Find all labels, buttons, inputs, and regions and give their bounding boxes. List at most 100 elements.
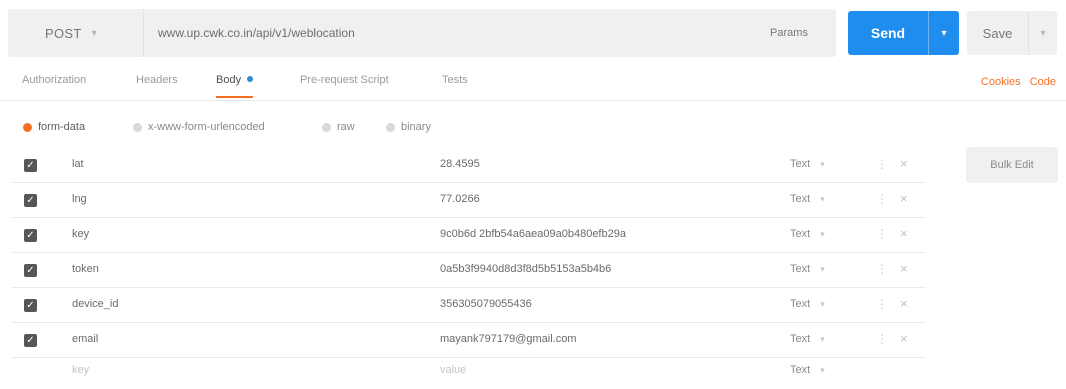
send-button[interactable]: Send xyxy=(848,11,928,55)
checkbox-checked-icon[interactable]: ✓ xyxy=(24,334,37,347)
type-select[interactable]: Text ▾ xyxy=(790,158,825,170)
new-value-input[interactable]: value xyxy=(440,364,466,376)
radio-icon xyxy=(322,122,331,132)
tab-label: Pre-request Script xyxy=(300,74,389,86)
type-label: Text xyxy=(790,158,811,170)
radio-label: binary xyxy=(401,121,431,133)
type-label: Text xyxy=(790,364,811,376)
checkbox-checked-icon[interactable]: ✓ xyxy=(24,299,37,312)
chevron-down-icon: ▾ xyxy=(820,264,825,274)
radio-form-data[interactable]: form-data xyxy=(23,121,85,133)
right-links: Cookies Code xyxy=(975,76,1056,88)
method-label: POST xyxy=(45,25,82,41)
tab-pre-request-script[interactable]: Pre-request Script xyxy=(300,74,389,98)
table-row: ✓ lat 28.4595 Text ▾ ⋮ × xyxy=(0,148,1066,183)
radio-label: x-www-form-urlencoded xyxy=(148,121,265,133)
radio-label: form-data xyxy=(38,121,86,133)
send-options-chevron-icon[interactable]: ▾ xyxy=(928,11,959,55)
radio-icon xyxy=(386,122,395,132)
save-button[interactable]: Save xyxy=(967,11,1028,55)
value-input[interactable]: 356305079055436 xyxy=(440,298,532,310)
delete-icon[interactable]: × xyxy=(900,191,908,206)
table-row: ✓ key 9c0b6d 2bfb54a6aea09a0b480efb29a T… xyxy=(0,218,1066,253)
tab-label: Tests xyxy=(442,74,468,86)
delete-icon[interactable]: × xyxy=(900,331,908,346)
radio-selected-icon xyxy=(23,122,32,132)
delete-icon[interactable]: × xyxy=(900,226,908,241)
send-button-group: Send ▾ xyxy=(848,11,959,55)
chevron-down-icon: ▾ xyxy=(820,194,825,204)
table-row: ✓ token 0a5b3f9940d8d3f8d5b5153a5b4b6 Te… xyxy=(0,253,1066,288)
radio-binary[interactable]: binary xyxy=(386,121,431,133)
type-label: Text xyxy=(790,228,811,240)
radio-label: raw xyxy=(337,121,355,133)
type-select[interactable]: Text ▾ xyxy=(790,364,825,376)
drag-handle-icon[interactable]: ⋮ xyxy=(876,262,888,276)
value-input[interactable]: 28.4595 xyxy=(440,158,480,170)
key-input[interactable]: token xyxy=(72,263,99,275)
delete-icon[interactable]: × xyxy=(900,261,908,276)
radio-icon xyxy=(133,122,142,132)
table-row: ✓ email mayank797179@gmail.com Text ▾ ⋮ × xyxy=(0,323,1066,358)
save-options-chevron-icon[interactable]: ▾ xyxy=(1028,11,1057,55)
type-label: Text xyxy=(790,263,811,275)
request-url-bar: POST ▾ www.up.cwk.co.in/api/v1/weblocati… xyxy=(8,9,836,57)
drag-handle-icon[interactable]: ⋮ xyxy=(876,192,888,206)
value-input[interactable]: 77.0266 xyxy=(440,193,480,205)
url-input[interactable]: www.up.cwk.co.in/api/v1/weblocation xyxy=(158,9,355,57)
tab-body[interactable]: Body xyxy=(216,74,254,98)
type-select[interactable]: Text ▾ xyxy=(790,263,825,275)
checkbox-checked-icon[interactable]: ✓ xyxy=(24,194,37,207)
chevron-down-icon: ▾ xyxy=(91,27,97,39)
method-select[interactable]: POST ▾ xyxy=(8,9,144,57)
key-input[interactable]: lng xyxy=(72,193,87,205)
tab-label: Headers xyxy=(136,74,178,86)
value-input[interactable]: 9c0b6d 2bfb54a6aea09a0b480efb29a xyxy=(440,228,626,240)
value-input[interactable]: mayank797179@gmail.com xyxy=(440,333,577,345)
tab-tests[interactable]: Tests xyxy=(442,74,468,98)
drag-handle-icon[interactable]: ⋮ xyxy=(876,157,888,171)
chevron-down-icon: ▾ xyxy=(820,365,825,375)
checkbox-checked-icon[interactable]: ✓ xyxy=(24,229,37,242)
chevron-down-icon: ▾ xyxy=(820,229,825,239)
radio-raw[interactable]: raw xyxy=(322,121,355,133)
tab-label: Body xyxy=(216,74,242,86)
type-select[interactable]: Text ▾ xyxy=(790,298,825,310)
chevron-down-icon: ▾ xyxy=(820,159,825,169)
value-input[interactable]: 0a5b3f9940d8d3f8d5b5153a5b4b6 xyxy=(440,263,611,275)
save-button-group: Save ▾ xyxy=(967,11,1057,55)
tabs-divider xyxy=(0,100,1066,101)
delete-icon[interactable]: × xyxy=(900,296,908,311)
bulk-edit-button[interactable]: Bulk Edit xyxy=(966,147,1058,183)
delete-icon[interactable]: × xyxy=(900,156,908,171)
drag-handle-icon[interactable]: ⋮ xyxy=(876,332,888,346)
type-label: Text xyxy=(790,193,811,205)
type-label: Text xyxy=(790,298,811,310)
type-select[interactable]: Text ▾ xyxy=(790,228,825,240)
tab-headers[interactable]: Headers xyxy=(136,74,178,98)
tab-label: Authorization xyxy=(22,74,87,86)
table-row: ✓ device_id 356305079055436 Text ▾ ⋮ × xyxy=(0,288,1066,323)
key-input[interactable]: email xyxy=(72,333,98,345)
key-input[interactable]: key xyxy=(72,228,89,240)
type-label: Text xyxy=(790,333,811,345)
radio-x-www-form-urlencoded[interactable]: x-www-form-urlencoded xyxy=(133,121,265,133)
checkbox-checked-icon[interactable]: ✓ xyxy=(24,159,37,172)
key-input[interactable]: lat xyxy=(72,158,84,170)
type-select[interactable]: Text ▾ xyxy=(790,333,825,345)
new-key-input[interactable]: key xyxy=(72,364,89,376)
code-link[interactable]: Code xyxy=(1030,76,1056,88)
new-param-row: key value Text ▾ xyxy=(0,354,1066,389)
checkbox-checked-icon[interactable]: ✓ xyxy=(24,264,37,277)
tab-authorization[interactable]: Authorization xyxy=(22,74,86,98)
table-row: ✓ lng 77.0266 Text ▾ ⋮ × xyxy=(0,183,1066,218)
key-input[interactable]: device_id xyxy=(72,298,118,310)
drag-handle-icon[interactable]: ⋮ xyxy=(876,297,888,311)
chevron-down-icon: ▾ xyxy=(820,299,825,309)
chevron-down-icon: ▾ xyxy=(820,334,825,344)
active-dot-icon xyxy=(247,76,254,83)
type-select[interactable]: Text ▾ xyxy=(790,193,825,205)
params-button[interactable]: Params xyxy=(742,9,836,57)
drag-handle-icon[interactable]: ⋮ xyxy=(876,227,888,241)
cookies-link[interactable]: Cookies xyxy=(981,76,1021,88)
